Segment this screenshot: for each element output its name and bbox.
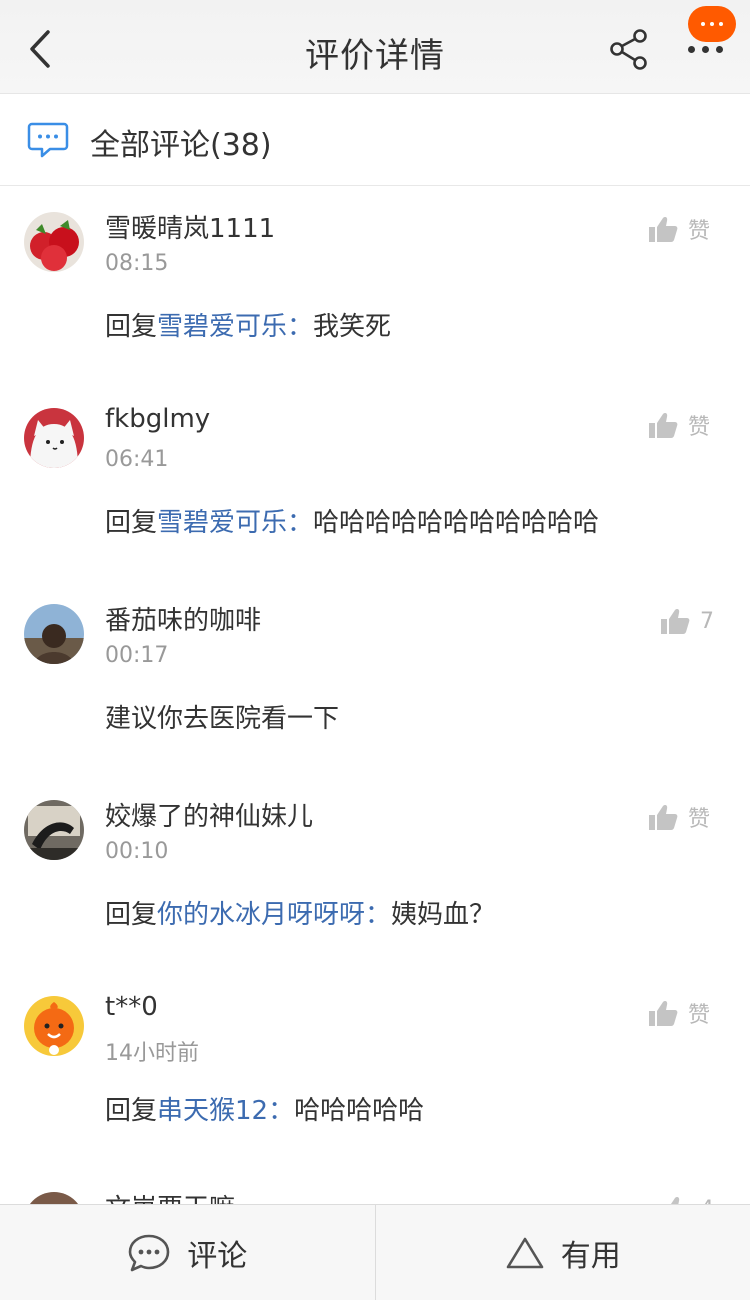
like-count: 赞 [688,415,711,440]
comment-body: 我笑死 [313,312,392,342]
reply-target-link[interactable]: 雪碧爱可乐： [157,312,313,342]
comment-icon [128,1234,170,1271]
comment-username[interactable]: fkbglmy [105,404,210,434]
share-icon[interactable] [606,26,652,72]
comment-item: 番茄味的咖啡 00:17 7 建议你去医院看一下 [0,578,750,774]
person-photo-avatar-icon [24,604,84,664]
like-button[interactable]: 赞 [648,212,710,246]
strawberry-avatar-icon [24,212,84,272]
like-button[interactable]: 赞 [648,996,710,1030]
useful-button[interactable]: 有用 [374,1205,750,1300]
like-button[interactable]: 7 [660,604,714,638]
comment-item: 雪暖晴岚1111 08:15 赞 回复雪碧爱可乐：我笑死 [0,186,750,382]
comment-list: 雪暖晴岚1111 08:15 赞 回复雪碧爱可乐：我笑死 fkbglmy 06:… [0,186,750,1204]
thumbs-up-icon [671,1197,680,1204]
comment-username[interactable]: 雪暖晴岚1111 [105,208,275,245]
reply-prefix: 回复 [105,312,158,342]
reply-prefix: 回复 [105,1096,158,1126]
comment-username[interactable]: 番茄味的咖啡 [105,600,261,637]
thumbs-up-icon [649,805,678,830]
avatar[interactable] [24,996,84,1056]
avatar[interactable] [24,800,84,860]
thumbs-up-icon [649,413,678,438]
comment-body: 姨妈血？ [391,900,496,930]
more-icon[interactable] [686,42,726,58]
comment-item: 文崽要干嘛 4 [0,1166,750,1204]
nav-bar: 评价详情 [0,0,750,94]
comment-body: 哈哈哈哈哈哈哈哈哈哈哈 [313,508,600,538]
comment-body: 建议你去医院看一下 [105,704,340,734]
reply-prefix: 回复 [105,508,158,538]
comments-section-header: 全部评论(38) [0,94,750,186]
orange-mascot-avatar-icon [24,996,84,1056]
dark-photo-avatar-icon [24,800,84,860]
comment-item: t**0 14小时前 赞 回复串天猴12：哈哈哈哈哈 [0,970,750,1166]
comment-time: 00:10 [105,839,169,864]
reply-target-link[interactable]: 你的水冰月呀呀呀： [157,900,391,930]
comment-time: 00:17 [105,643,169,668]
avatar[interactable] [24,604,84,664]
comment-username[interactable]: 文崽要干嘛 [105,1188,235,1204]
comment-time: 08:15 [105,251,169,276]
reply-prefix: 回复 [105,900,158,930]
comment-button-label: 评论 [187,1238,248,1274]
thumbs-up-icon [661,609,690,634]
notification-bubble-icon[interactable] [688,6,736,42]
avatar[interactable] [24,1192,84,1204]
reply-target-link[interactable]: 雪碧爱可乐： [157,508,313,538]
comments-count-label: 全部评论(38) [90,128,272,163]
comment-body: 哈哈哈哈哈 [294,1096,425,1126]
avatar[interactable] [24,212,84,272]
comment-bubble-icon [27,122,69,158]
photo-avatar-icon [24,1192,84,1204]
cartoon-cat-avatar-icon [24,408,84,468]
comment-text: 回复雪碧爱可乐：哈哈哈哈哈哈哈哈哈哈哈 [105,502,599,539]
triangle-icon [506,1237,544,1268]
bottom-action-bar: 评论 有用 [0,1204,750,1300]
like-button[interactable]: 赞 [648,800,710,834]
avatar[interactable] [24,408,84,468]
comment-text: 回复串天猴12：哈哈哈哈哈 [105,1090,424,1127]
thumbs-up-icon [649,1001,678,1026]
comment-item: 姣爆了的神仙妹儿 00:10 赞 回复你的水冰月呀呀呀：姨妈血？ [0,774,750,970]
comment-item: fkbglmy 06:41 赞 回复雪碧爱可乐：哈哈哈哈哈哈哈哈哈哈哈 [0,382,750,578]
comment-username[interactable]: t**0 [105,992,158,1022]
comment-text: 回复雪碧爱可乐：我笑死 [105,306,391,343]
like-count: 赞 [688,1003,711,1028]
useful-button-label: 有用 [560,1238,621,1274]
comment-username[interactable]: 姣爆了的神仙妹儿 [105,796,313,833]
comment-text: 回复你的水冰月呀呀呀：姨妈血？ [105,894,495,931]
comment-time: 14小时前 [105,1041,199,1066]
reply-target-link[interactable]: 串天猴12： [157,1096,294,1126]
like-count: 赞 [688,807,711,832]
thumbs-up-icon [649,217,678,242]
like-count: 赞 [688,219,711,244]
like-button[interactable]: 赞 [648,408,710,442]
comment-text: 建议你去医院看一下 [105,698,339,735]
comment-button[interactable]: 评论 [0,1205,375,1300]
comment-time: 06:41 [105,447,169,472]
like-button[interactable]: 4 [660,1192,714,1204]
like-count: 7 [700,608,714,634]
like-count: 4 [700,1197,714,1205]
